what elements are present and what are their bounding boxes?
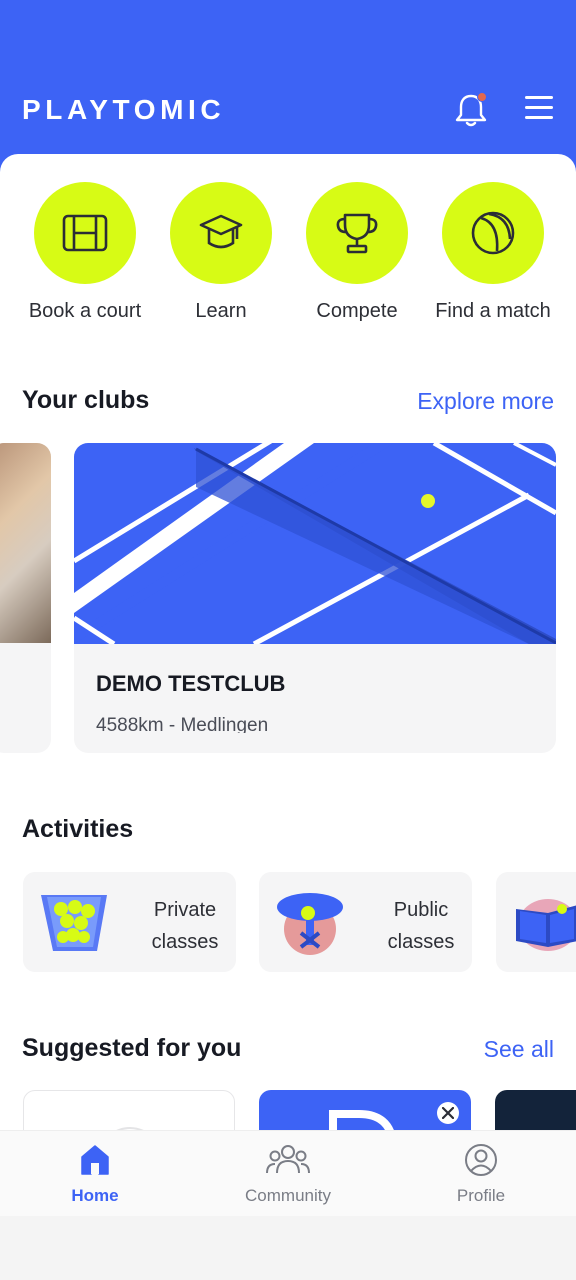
find-a-match-button[interactable]: Find a match: [425, 182, 561, 323]
learn-button[interactable]: Learn: [153, 182, 289, 323]
ball-basket-icon: [41, 895, 107, 951]
profile-icon: [465, 1144, 497, 1176]
community-icon: [266, 1145, 310, 1174]
suggested-card-image: [116, 1127, 144, 1130]
private-classes-card[interactable]: Private classes: [23, 872, 236, 972]
nav-community-label: Community: [245, 1186, 331, 1205]
private-classes-label-line1: Private: [153, 899, 217, 921]
bottom-navigation: Home Community Profile: [0, 1130, 576, 1216]
activity-card-next[interactable]: [496, 872, 576, 972]
hamburger-icon-line: [525, 106, 553, 109]
suggested-card[interactable]: [23, 1090, 235, 1130]
home-content: Book a court Learn Compete Find a match …: [0, 154, 576, 1130]
suggested-card[interactable]: [259, 1090, 471, 1130]
nav-profile[interactable]: Profile: [406, 1143, 556, 1206]
activities-title: Activities: [22, 815, 134, 843]
dismiss-button[interactable]: [437, 1102, 459, 1124]
nav-profile-label: Profile: [456, 1186, 506, 1205]
club-court-image: [74, 443, 556, 644]
club-name: DEMO TESTCLUB: [96, 671, 286, 696]
system-bar-area: [0, 1216, 576, 1280]
nav-home[interactable]: Home: [20, 1143, 170, 1206]
your-clubs-title: Your clubs: [22, 386, 150, 414]
public-classes-label-line2: classes: [387, 931, 455, 953]
hamburger-icon-line: [525, 96, 553, 99]
hamburger-icon-line: [525, 116, 553, 119]
explore-more-link[interactable]: Explore more: [417, 388, 554, 415]
find-a-match-label: Find a match: [435, 300, 551, 322]
club-card[interactable]: DEMO TESTCLUB 4588km - Medlingen: [74, 443, 556, 753]
book-a-court-label: Book a court: [28, 300, 142, 322]
club-card-previous[interactable]: [0, 443, 51, 753]
coach-icon: [277, 893, 343, 955]
learn-label: Learn: [195, 300, 247, 322]
see-all-link[interactable]: See all: [484, 1036, 554, 1063]
notifications-button[interactable]: [454, 92, 488, 128]
book-a-court-button[interactable]: Book a court: [17, 182, 153, 323]
home-icon: [81, 1145, 109, 1175]
private-classes-label-line2: classes: [151, 931, 219, 953]
ball-icon: [471, 211, 515, 255]
menu-button[interactable]: [522, 96, 556, 124]
graduation-cap-icon: [199, 214, 243, 249]
notification-dot: [477, 92, 487, 102]
trophy-icon: [336, 213, 378, 254]
public-classes-label-line1: Public: [393, 899, 449, 921]
suggested-title: Suggested for you: [22, 1034, 242, 1062]
club-distance: 4588km - Medlingen: [96, 715, 269, 733]
app-logo: PLAYTOMIC: [22, 94, 226, 125]
court-book-icon: [516, 899, 576, 951]
public-classes-card[interactable]: Public classes: [259, 872, 472, 972]
court-icon: [62, 214, 108, 252]
nav-community[interactable]: Community: [213, 1143, 363, 1206]
suggested-card[interactable]: [495, 1090, 576, 1130]
club-photo: [0, 443, 51, 643]
compete-label: Compete: [316, 300, 398, 322]
compete-button[interactable]: Compete: [289, 182, 425, 323]
close-icon: [442, 1107, 454, 1119]
nav-home-label: Home: [71, 1186, 119, 1205]
